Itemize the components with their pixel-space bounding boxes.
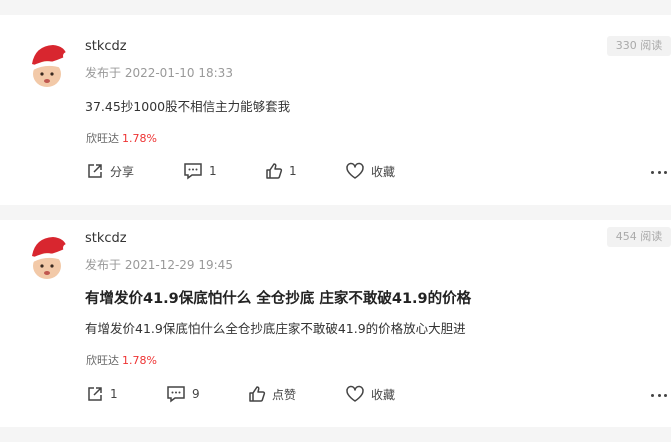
like-button[interactable]: 1: [265, 162, 297, 180]
avatar[interactable]: [27, 42, 69, 88]
share-count: 1: [110, 387, 118, 401]
username[interactable]: stkcdz: [85, 231, 127, 246]
stock-change: 1.78%: [122, 132, 157, 145]
post-time: 发布于 2021-12-29 19:45: [85, 258, 233, 272]
comment-icon: [167, 386, 185, 403]
top-separator: [0, 0, 671, 15]
stock-name: 欣旺达: [86, 132, 119, 145]
stock-tag[interactable]: 欣旺达 1.78%: [86, 130, 157, 146]
more-dots-icon[interactable]: [651, 390, 667, 400]
stock-change: 1.78%: [122, 354, 157, 367]
comment-button[interactable]: 9: [166, 385, 200, 403]
comment-icon: [184, 163, 202, 180]
post-time: 发布于 2022-01-10 18:33: [85, 66, 233, 80]
share-icon: [88, 387, 102, 401]
post-card: stkcdz 发布于 2021-12-29 19:45 454 阅读 有增发价4…: [0, 220, 671, 442]
read-count-badge: 330 阅读: [607, 36, 671, 56]
heart-icon: [346, 162, 364, 179]
thumbs-up-icon: [266, 163, 283, 179]
post-title[interactable]: 有增发价41.9保底怕什么 全仓抄底 庄家不敢破41.9的价格: [85, 287, 471, 308]
post-body[interactable]: 有增发价41.9保底怕什么全仓抄底庄家不敢破41.9的价格放心大胆进: [85, 318, 466, 337]
share-icon: [88, 164, 102, 178]
comment-count: 1: [209, 164, 217, 178]
read-count-badge: 454 阅读: [607, 227, 671, 247]
favorite-button[interactable]: 收藏: [345, 162, 395, 180]
share-button[interactable]: 分享: [86, 162, 134, 180]
comment-button[interactable]: 1: [183, 162, 217, 180]
like-button[interactable]: 点赞: [248, 385, 296, 403]
bottom-separator: [0, 427, 671, 442]
stock-tag[interactable]: 欣旺达 1.78%: [86, 352, 157, 368]
avatar[interactable]: [27, 234, 69, 280]
heart-icon: [346, 385, 364, 402]
favorite-label: 收藏: [371, 387, 396, 402]
share-label: 分享: [110, 164, 135, 179]
share-button[interactable]: 1: [86, 385, 118, 403]
more-dots-icon[interactable]: [651, 167, 667, 177]
favorite-button[interactable]: 收藏: [345, 385, 395, 403]
favorite-label: 收藏: [371, 164, 396, 179]
thumbs-up-icon: [249, 386, 266, 402]
comment-count: 9: [192, 387, 200, 401]
like-label: 点赞: [272, 387, 297, 402]
post-body[interactable]: 37.45抄1000股不相信主力能够套我: [85, 96, 290, 115]
stock-name: 欣旺达: [86, 354, 119, 367]
post-card: stkcdz 发布于 2022-01-10 18:33 330 阅读 37.45…: [0, 15, 671, 205]
like-count: 1: [289, 164, 297, 178]
username[interactable]: stkcdz: [85, 39, 127, 54]
post-separator: [0, 205, 671, 220]
